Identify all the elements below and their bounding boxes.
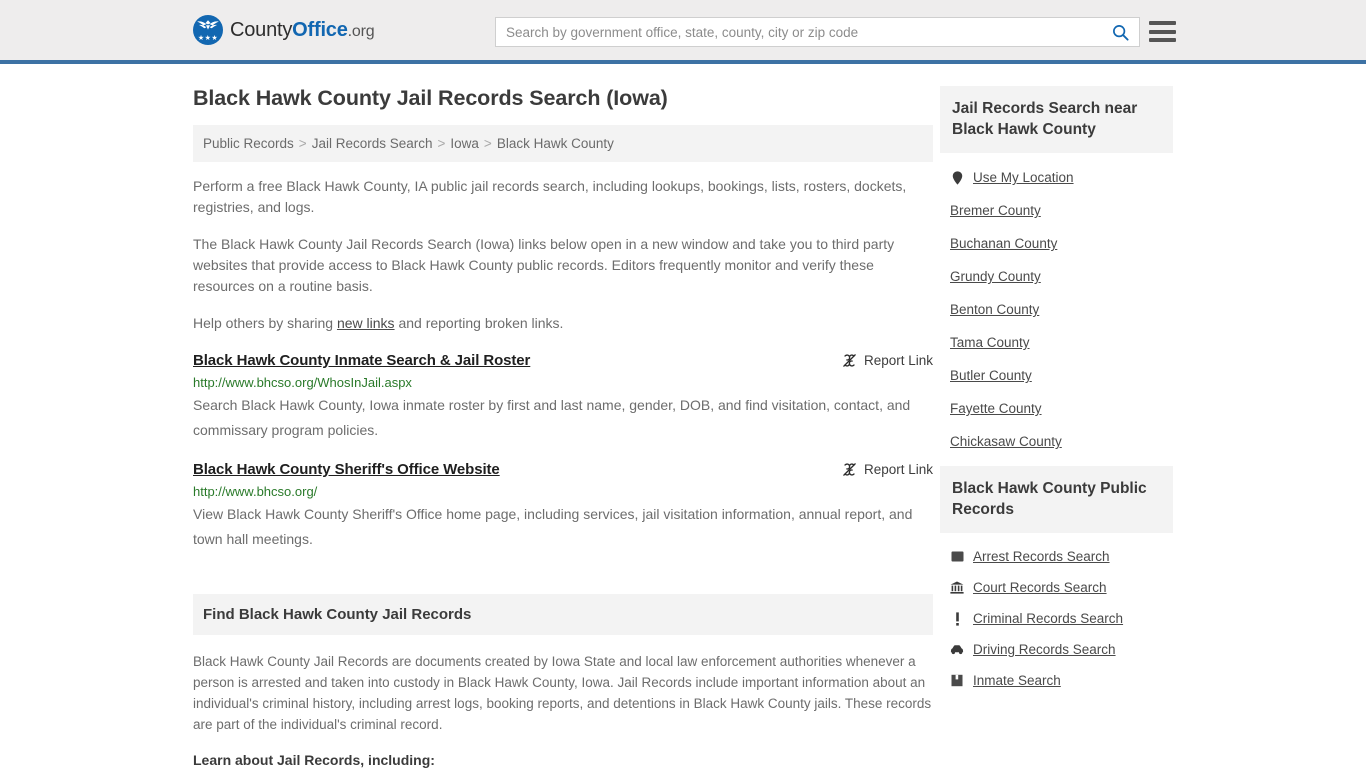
sidebar-item-inmate-search[interactable]: Inmate Search	[950, 665, 1173, 696]
breadcrumb-separator-1: >	[298, 136, 307, 151]
car-icon	[950, 644, 964, 655]
logo-text-org: .org	[347, 22, 375, 40]
sidebar-item-criminal-records[interactable]: Criminal Records Search	[950, 603, 1173, 634]
county-link[interactable]: Fayette County	[950, 401, 1042, 416]
criminal-records-link[interactable]: Criminal Records Search	[973, 611, 1123, 626]
hamburger-menu-button[interactable]	[1149, 19, 1176, 44]
help-suffix: and reporting broken links.	[394, 315, 564, 331]
county-link[interactable]: Tama County	[950, 335, 1030, 350]
sidebar-item-court-records[interactable]: Court Records Search	[950, 572, 1173, 603]
sidebar-item-county[interactable]: Bremer County	[950, 194, 1173, 227]
intro-paragraph-1: Perform a free Black Hawk County, IA pub…	[193, 178, 907, 215]
stars-icon: ★★★	[197, 34, 219, 42]
breadcrumb-item-black-hawk-county[interactable]: Black Hawk County	[497, 136, 614, 151]
arrest-records-link[interactable]: Arrest Records Search	[973, 549, 1110, 564]
page-title: Black Hawk County Jail Records Search (I…	[193, 86, 668, 110]
find-records-paragraph: Black Hawk County Jail Records are docum…	[193, 654, 932, 732]
search-input[interactable]	[496, 18, 1101, 46]
breadcrumb-item-jail-records-search[interactable]: Jail Records Search	[312, 136, 433, 151]
new-links-link[interactable]: new links	[337, 315, 395, 331]
map-pin-icon	[950, 170, 964, 185]
site-logo[interactable]: ★★★ CountyOffice.org	[193, 15, 375, 45]
learn-about-heading: Learn about Jail Records, including:	[193, 752, 435, 768]
sidebar-item-arrest-records[interactable]: Arrest Records Search	[950, 541, 1173, 572]
eagle-shield-logo-icon: ★★★	[193, 15, 223, 45]
sidebar-heading-public-records: Black Hawk County Public Records	[940, 466, 1173, 533]
logo-text-county: County	[230, 18, 293, 41]
county-link[interactable]: Chickasaw County	[950, 434, 1062, 449]
result-title-link[interactable]: Black Hawk County Sheriff's Office Websi…	[193, 461, 500, 478]
sidebar-item-county[interactable]: Buchanan County	[950, 227, 1173, 260]
report-link-label: Report Link	[863, 462, 933, 477]
search-icon	[1112, 24, 1129, 41]
sidebar-item-use-my-location[interactable]: Use My Location	[950, 161, 1173, 194]
sidebar-item-driving-records[interactable]: Driving Records Search	[950, 634, 1173, 665]
report-link-button[interactable]: Report Link	[842, 461, 933, 477]
logo-wordmark: CountyOffice.org	[230, 18, 375, 42]
fingerprint-icon	[950, 550, 964, 563]
sidebar-item-county[interactable]: Butler County	[950, 359, 1173, 392]
result-header: Black Hawk County Inmate Search & Jail R…	[193, 352, 933, 369]
intro-paragraph-2: The Black Hawk County Jail Records Searc…	[193, 236, 895, 294]
county-link[interactable]: Bremer County	[950, 203, 1041, 218]
report-link-button[interactable]: Report Link	[842, 352, 933, 368]
breadcrumb-separator-2: >	[437, 136, 446, 151]
result-title-link[interactable]: Black Hawk County Inmate Search & Jail R…	[193, 352, 530, 369]
county-link[interactable]: Benton County	[950, 302, 1039, 317]
help-paragraph: Help others by sharing new links and rep…	[193, 313, 933, 334]
sidebar-item-county[interactable]: Tama County	[950, 326, 1173, 359]
sidebar-item-county[interactable]: Benton County	[950, 293, 1173, 326]
breadcrumb-item-public-records[interactable]: Public Records	[203, 136, 294, 151]
report-link-label: Report Link	[863, 353, 933, 368]
broken-link-icon	[843, 463, 856, 476]
use-my-location-link[interactable]: Use My Location	[973, 170, 1074, 185]
search-bar[interactable]	[495, 17, 1140, 47]
county-link[interactable]: Grundy County	[950, 269, 1041, 284]
court-records-link[interactable]: Court Records Search	[973, 580, 1107, 595]
sidebar-item-county[interactable]: Fayette County	[950, 392, 1173, 425]
sidebar-item-county[interactable]: Chickasaw County	[950, 425, 1173, 458]
result-header: Black Hawk County Sheriff's Office Websi…	[193, 461, 933, 478]
public-records-list: Arrest Records Search Court Records Sear…	[940, 533, 1173, 696]
county-link[interactable]: Buchanan County	[950, 236, 1057, 251]
sidebar-item-county[interactable]: Grundy County	[950, 260, 1173, 293]
inmate-search-link[interactable]: Inmate Search	[973, 673, 1061, 688]
breadcrumb: Public Records > Jail Records Search > Iowa >…	[193, 125, 933, 162]
sidebar-card-nearby: Jail Records Search near Black Hawk Coun…	[940, 86, 1173, 458]
main-content: Black Hawk County Jail Records Search (I…	[193, 64, 933, 768]
courthouse-icon	[950, 581, 964, 594]
page-wrapper: Black Hawk County Jail Records Search (I…	[0, 64, 1366, 768]
hamburger-bar-2	[1149, 29, 1176, 34]
sidebar-card-public-records: Black Hawk County Public Records Arrest …	[940, 466, 1173, 696]
help-prefix: Help others by sharing	[193, 315, 337, 331]
breadcrumb-item-iowa[interactable]: Iowa	[450, 136, 479, 151]
result-url: http://www.bhcso.org/WhosInJail.aspx	[193, 375, 412, 390]
search-button[interactable]	[1101, 18, 1139, 46]
sidebar-heading-nearby: Jail Records Search near Black Hawk Coun…	[940, 86, 1173, 153]
logo-text-office: Office	[292, 18, 348, 41]
broken-link-icon	[843, 354, 856, 367]
page-inner: Black Hawk County Jail Records Search (I…	[193, 64, 1173, 768]
county-link[interactable]: Butler County	[950, 368, 1032, 383]
result-item: Black Hawk County Sheriff's Office Websi…	[193, 461, 933, 552]
hamburger-bar-1	[1149, 21, 1176, 25]
breadcrumb-separator-3: >	[483, 136, 492, 151]
nearby-county-list: Use My Location Bremer County Buchanan C…	[940, 153, 1173, 458]
eagle-icon	[197, 20, 219, 30]
exclamation-icon	[950, 611, 964, 626]
hamburger-bar-3	[1149, 38, 1176, 42]
result-description: Search Black Hawk County, Iowa inmate ro…	[193, 397, 911, 438]
result-item: Black Hawk County Inmate Search & Jail R…	[193, 352, 933, 443]
jail-icon	[950, 674, 964, 687]
driving-records-link[interactable]: Driving Records Search	[973, 642, 1116, 657]
result-url: http://www.bhcso.org/	[193, 484, 318, 499]
sidebar: Jail Records Search near Black Hawk Coun…	[940, 64, 1173, 768]
find-records-section-heading: Find Black Hawk County Jail Records	[193, 594, 933, 635]
site-header: ★★★ CountyOffice.org	[0, 0, 1366, 64]
result-description: View Black Hawk County Sheriff's Office …	[193, 506, 913, 547]
